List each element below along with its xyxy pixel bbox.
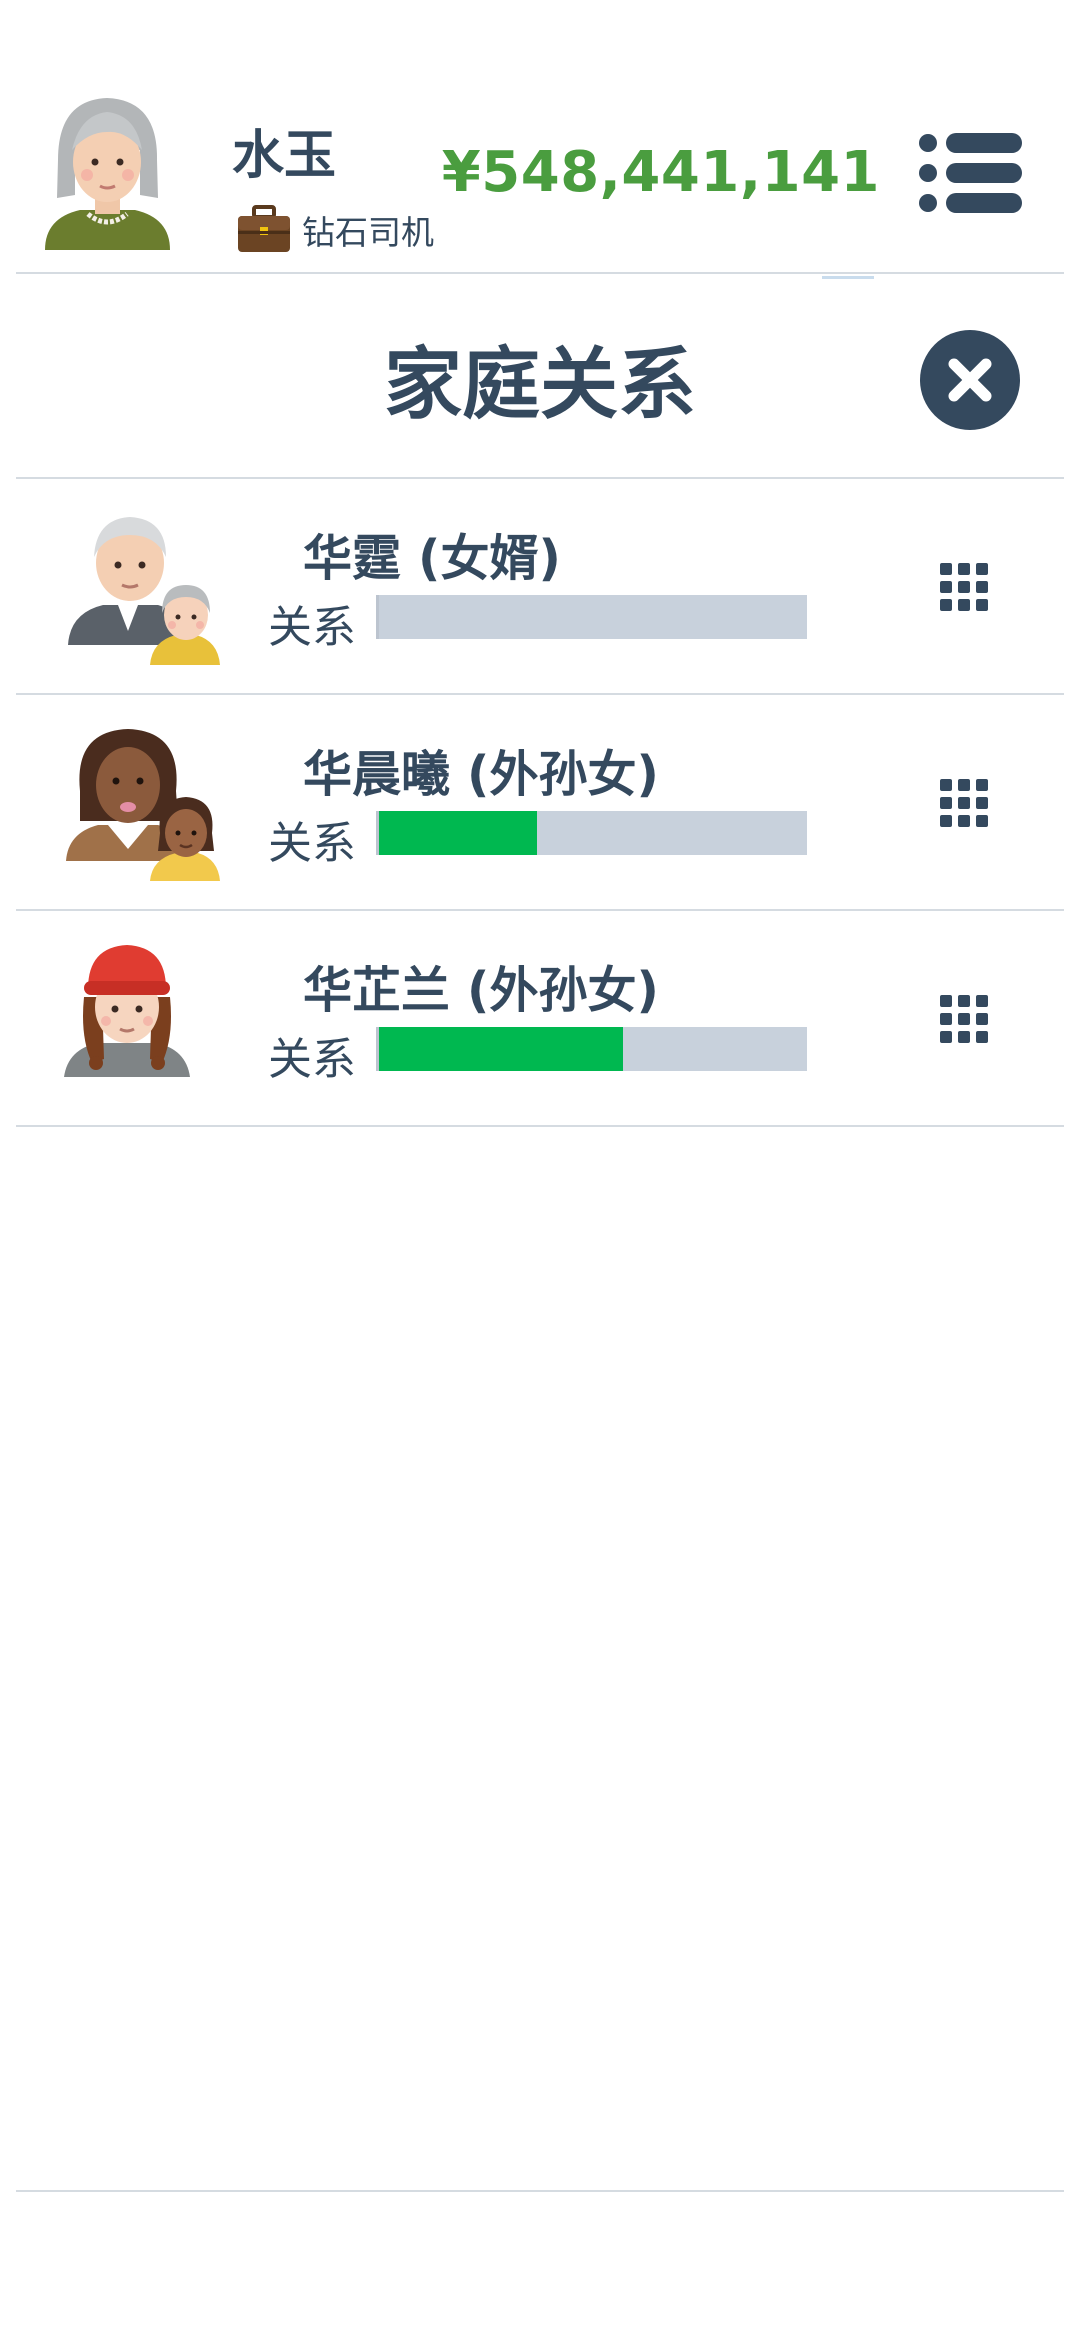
relationship-label: 关系: [268, 602, 356, 653]
woman-with-child-avatar: [66, 729, 220, 881]
player-avatar[interactable]: [40, 90, 175, 255]
relationship-bar: [376, 811, 807, 855]
relative-name: 华晨曦 (外孙女): [303, 746, 659, 803]
relationship-list: 华霆 (女婿) 关系 华晨曦 (外孙女) 关系 华芷兰 (外孙女) 关系: [16, 479, 1064, 1127]
grid-menu-icon[interactable]: [940, 779, 988, 827]
job-title: 钻石司机: [302, 213, 434, 252]
briefcase-icon: [238, 205, 290, 252]
relationship-bar: [376, 595, 807, 639]
relative-name: 华霆 (女婿): [303, 530, 561, 587]
relationship-row[interactable]: 华霆 (女婿) 关系: [16, 479, 1064, 695]
grid-menu-icon[interactable]: [940, 995, 988, 1043]
relationship-bar-fill: [379, 1027, 623, 1071]
relationship-row[interactable]: 华晨曦 (外孙女) 关系: [16, 695, 1064, 911]
relationship-label: 关系: [268, 818, 356, 869]
header-accent: [822, 276, 874, 279]
close-icon[interactable]: [918, 328, 1022, 432]
menu-list-icon[interactable]: [918, 132, 1024, 214]
player-name: 水玉: [232, 126, 337, 186]
relative-name: 华芷兰 (外孙女): [303, 962, 659, 1019]
header-divider: [16, 272, 1064, 274]
relationship-bar-fill: [379, 811, 538, 855]
elderly-man-with-grandma-avatar: [68, 517, 220, 665]
bottom-divider: [16, 2190, 1064, 2192]
money-balance: ¥548,441,141: [441, 140, 880, 205]
girl-red-hat-avatar: [64, 945, 190, 1077]
relationship-label: 关系: [268, 1034, 356, 1085]
relationship-bar: [376, 1027, 807, 1071]
job-row: 钻石司机: [236, 205, 434, 255]
relationship-row[interactable]: 华芷兰 (外孙女) 关系: [16, 911, 1064, 1127]
player-header: 水玉 钻石司机 ¥548,441,141: [0, 0, 1080, 279]
grid-menu-icon[interactable]: [940, 563, 988, 611]
